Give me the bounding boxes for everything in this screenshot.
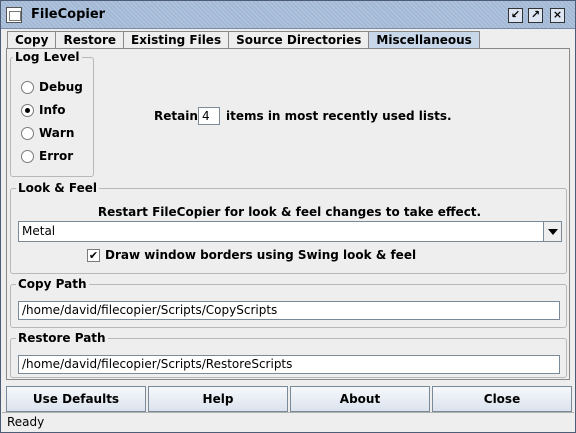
- log-level-group: Log Level Debug Info Warn Error: [10, 50, 94, 177]
- status-bar: Ready: [2, 412, 574, 432]
- tab-source-directories[interactable]: Source Directories: [228, 31, 370, 49]
- copy-path-title: Copy Path: [16, 277, 89, 291]
- radio-debug[interactable]: Debug: [21, 78, 83, 96]
- maximize-icon[interactable]: ↗: [528, 8, 543, 23]
- radio-label: Warn: [39, 126, 75, 140]
- restore-path-input[interactable]: /home/david/filecopier/Scripts/RestoreSc…: [18, 355, 560, 374]
- radio-label: Info: [39, 103, 66, 117]
- button-bar: Use Defaults Help About Close: [6, 386, 572, 412]
- radio-warn[interactable]: Warn: [21, 124, 74, 142]
- restore-path-group: Restore Path /home/david/filecopier/Scri…: [10, 331, 567, 378]
- window-title: FileCopier: [31, 7, 106, 22]
- radio-icon[interactable]: [21, 103, 34, 117]
- tab-miscellaneous[interactable]: Miscellaneous: [368, 31, 480, 49]
- look-feel-title: Look & Feel: [16, 181, 100, 195]
- look-feel-select[interactable]: Metal: [18, 221, 562, 242]
- radio-icon[interactable]: [21, 80, 34, 94]
- filecopier-window: FileCopier ↙ ↗ × Copy Restore Existing F…: [0, 0, 576, 433]
- radio-error[interactable]: Error: [21, 147, 73, 165]
- swing-borders-label: Draw window borders using Swing look & f…: [105, 248, 417, 262]
- tab-restore[interactable]: Restore: [55, 31, 125, 49]
- chevron-down-icon[interactable]: [543, 222, 561, 241]
- retain-suffix: items in most recently used lists.: [226, 109, 452, 123]
- swing-borders-checkbox[interactable]: ✔: [87, 249, 100, 262]
- close-icon[interactable]: ×: [550, 8, 565, 23]
- radio-label: Error: [39, 149, 74, 163]
- copy-path-group: Copy Path /home/david/filecopier/Scripts…: [10, 277, 567, 328]
- look-feel-selected: Metal: [22, 224, 56, 238]
- tab-copy[interactable]: Copy: [7, 31, 57, 49]
- close-button[interactable]: Close: [432, 386, 572, 412]
- minimize-icon[interactable]: ↙: [508, 8, 523, 23]
- radio-icon[interactable]: [21, 149, 34, 163]
- radio-icon[interactable]: [21, 126, 34, 140]
- log-level-title: Log Level: [13, 50, 82, 64]
- about-button[interactable]: About: [290, 386, 430, 412]
- restore-path-title: Restore Path: [16, 331, 108, 345]
- title-bar[interactable]: FileCopier ↙ ↗ ×: [1, 1, 575, 29]
- help-button[interactable]: Help: [148, 386, 288, 412]
- tab-existing-files[interactable]: Existing Files: [123, 31, 230, 49]
- retain-prefix: Retain: [154, 109, 198, 123]
- copy-path-input[interactable]: /home/david/filecopier/Scripts/CopyScrip…: [18, 301, 560, 320]
- use-defaults-button[interactable]: Use Defaults: [6, 386, 146, 412]
- look-feel-note: Restart FileCopier for look & feel chang…: [97, 205, 482, 219]
- radio-info[interactable]: Info: [21, 101, 65, 119]
- miscellaneous-panel: Log Level Debug Info Warn Error Retain 4…: [6, 48, 570, 380]
- tab-bar: Copy Restore Existing Files Source Direc…: [7, 31, 480, 49]
- retain-count-input[interactable]: 4: [198, 107, 220, 125]
- look-feel-group: Look & Feel Restart FileCopier for look …: [10, 181, 567, 274]
- app-icon: [6, 7, 22, 23]
- radio-label: Debug: [39, 80, 83, 94]
